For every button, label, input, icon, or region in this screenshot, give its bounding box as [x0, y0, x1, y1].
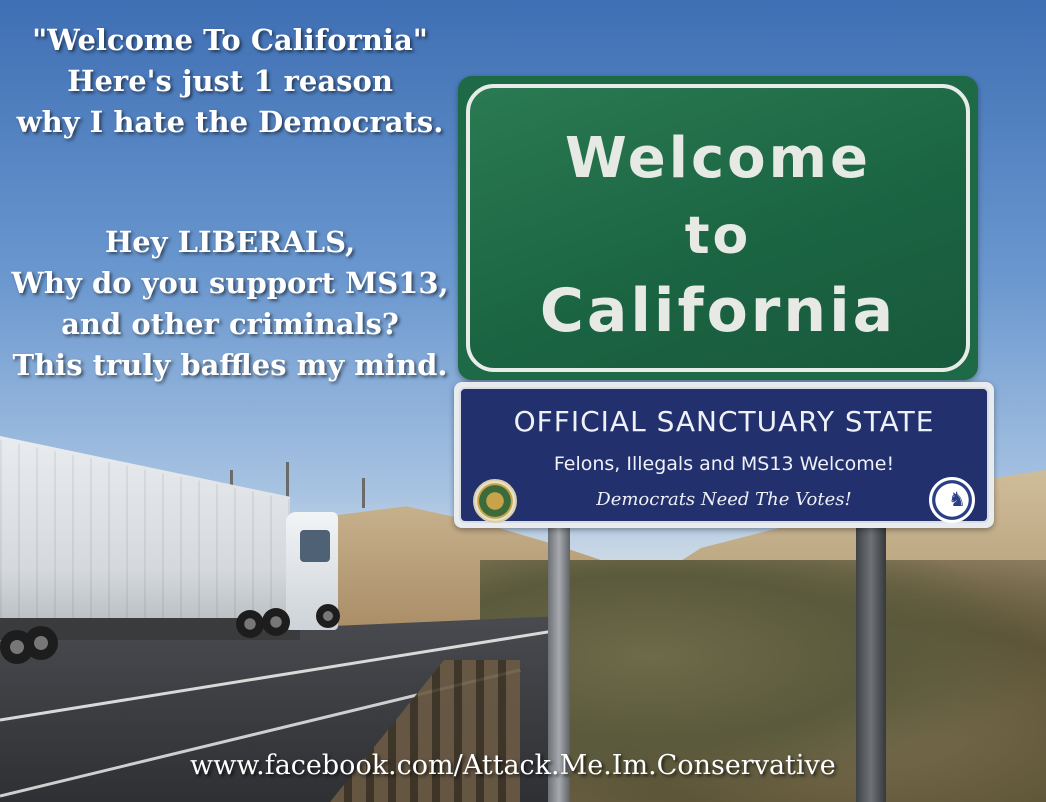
donkey-icon: ♞ [948, 487, 966, 511]
truck-wheel [0, 630, 34, 664]
sanctuary-sign: OFFICIAL SANCTUARY STATE Felons, Illegal… [454, 382, 994, 528]
question-line: Why do you support MS13, [11, 266, 449, 300]
sanctuary-sign-tagline: Democrats Need The Votes! [596, 489, 852, 510]
headline-text: "Welcome To California" Here's just 1 re… [0, 20, 460, 143]
welcome-sign-line-1: Welcome [565, 126, 871, 191]
truck-wheel [316, 604, 340, 628]
question-text: Hey LIBERALS, Why do you support MS13, a… [0, 222, 460, 386]
headline-line: "Welcome To California" [32, 23, 428, 57]
headline-line: Here's just 1 reason [67, 64, 393, 98]
question-line: and other criminals? [61, 307, 399, 341]
welcome-sign-line-2: to [684, 206, 752, 266]
headline-line: why I hate the Democrats. [16, 105, 444, 139]
truck-wheel [262, 608, 290, 636]
sign-post-right [856, 520, 886, 802]
footer-url: www.facebook.com/Attack.Me.Im.Conservati… [190, 750, 836, 781]
state-seal-icon [473, 479, 517, 523]
sanctuary-sign-panel: OFFICIAL SANCTUARY STATE Felons, Illegal… [459, 387, 989, 523]
truck-wheel [236, 610, 264, 638]
question-line: Hey LIBERALS, [104, 225, 356, 259]
welcome-sign-line-3: California [539, 276, 897, 346]
truck-window [300, 530, 330, 562]
welcome-sign-border: Welcome to California [466, 84, 970, 372]
utility-pole [362, 478, 365, 508]
welcome-sign: Welcome to California [458, 76, 978, 380]
sanctuary-sign-subtitle: Felons, Illegals and MS13 Welcome! [553, 453, 895, 475]
question-line: This truly baffles my mind. [12, 348, 448, 382]
meme-image: Welcome to California OFFICIAL SANCTUARY… [0, 0, 1046, 802]
sanctuary-sign-title: OFFICIAL SANCTUARY STATE [513, 405, 935, 438]
